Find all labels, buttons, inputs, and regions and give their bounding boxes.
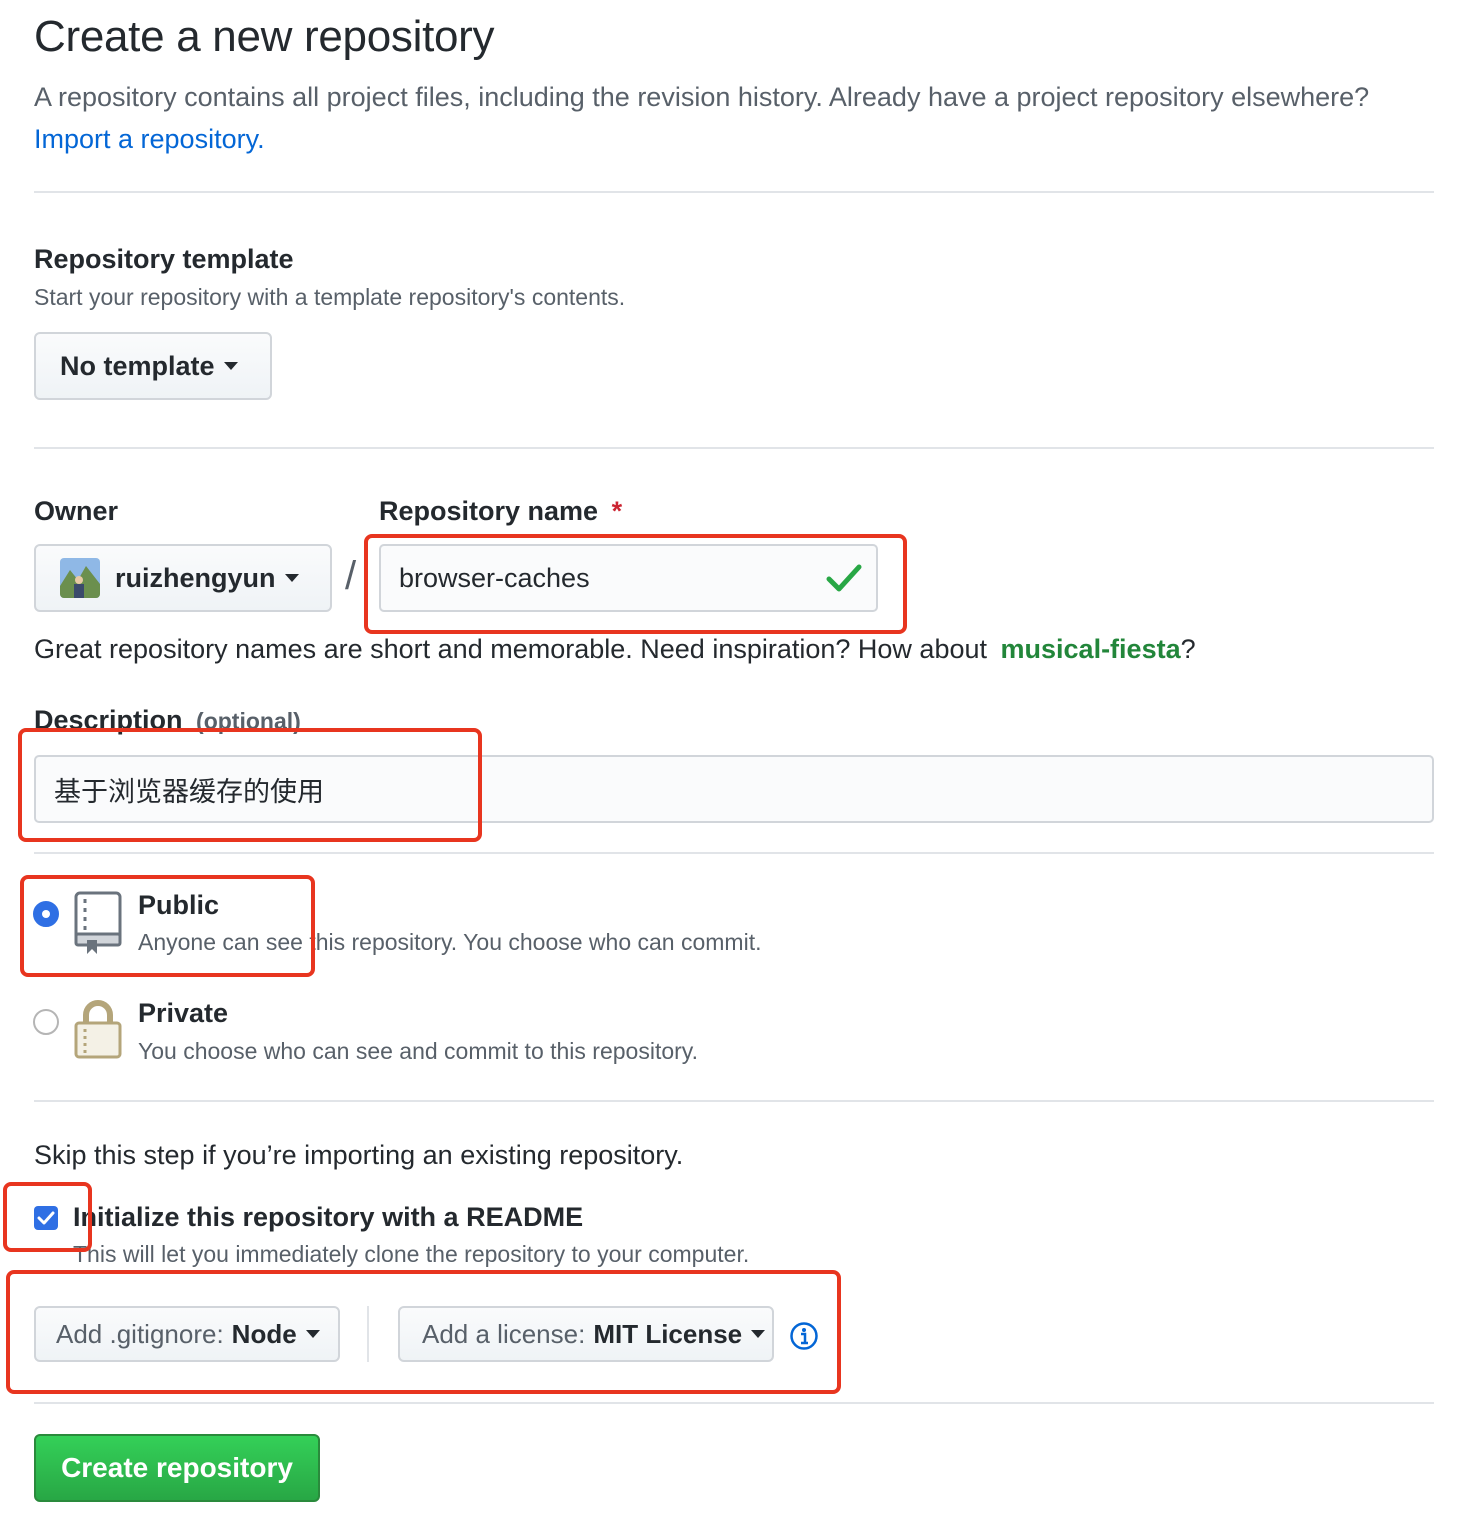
- owner-name: ruizhengyun: [115, 562, 276, 593]
- check-icon: [826, 564, 862, 592]
- create-repository-button[interactable]: Create repository: [34, 1434, 320, 1502]
- owner-repo-separator: /: [345, 554, 357, 598]
- suggestion-suffix: ?: [1180, 634, 1196, 664]
- public-radio[interactable]: [33, 901, 59, 927]
- description-input[interactable]: 基于浏览器缓存的使用: [34, 755, 1434, 823]
- page-title: Create a new repository: [34, 12, 495, 61]
- caret-down-icon: [284, 574, 299, 582]
- template-dropdown-label: No template: [60, 350, 215, 381]
- divider: [34, 447, 1434, 449]
- license-label: Add a license:: [422, 1318, 586, 1349]
- description-label-text: Description: [34, 705, 183, 735]
- import-repository-link[interactable]: Import a repository.: [34, 124, 265, 154]
- public-note: Anyone can see this repository. You choo…: [138, 929, 762, 955]
- checkmark-icon: [37, 1211, 55, 1225]
- license-value: MIT License: [593, 1318, 743, 1349]
- readme-note: This will let you immediately clone the …: [73, 1241, 750, 1267]
- divider: [34, 1100, 1434, 1102]
- template-heading: Repository template: [34, 244, 294, 274]
- caret-down-icon: [751, 1330, 766, 1338]
- suggested-name-link[interactable]: musical-fiesta: [1001, 634, 1181, 664]
- vertical-divider: [367, 1306, 369, 1362]
- name-suggestion: Great repository names are short and mem…: [34, 634, 1196, 665]
- repo-name-label-text: Repository name: [379, 496, 599, 526]
- required-asterisk: *: [611, 496, 623, 526]
- private-title: Private: [138, 998, 229, 1028]
- description-value: 基于浏览器缓存的使用: [54, 776, 324, 807]
- subtitle-text: A repository contains all project files,…: [34, 82, 1370, 112]
- page-subtitle: A repository contains all project files,…: [34, 76, 1414, 160]
- owner-label: Owner: [34, 496, 119, 526]
- gitignore-label: Add .gitignore:: [56, 1318, 224, 1349]
- suggestion-prefix: Great repository names are short and mem…: [34, 634, 987, 664]
- owner-dropdown-button[interactable]: ruizhengyun: [34, 544, 332, 612]
- private-radio[interactable]: [33, 1009, 59, 1035]
- divider: [34, 191, 1434, 193]
- avatar: [60, 558, 100, 598]
- license-dropdown-button[interactable]: Add a license: MIT License: [398, 1306, 774, 1362]
- lock-icon: [74, 1000, 122, 1059]
- info-icon[interactable]: [789, 1321, 819, 1351]
- readme-checkbox[interactable]: [34, 1206, 58, 1230]
- readme-label: Initialize this repository with a README: [73, 1202, 584, 1232]
- description-label: Description (optional): [34, 705, 301, 736]
- gitignore-value: Node: [231, 1318, 297, 1349]
- optional-tag: (optional): [196, 708, 301, 734]
- public-title: Public: [138, 890, 220, 920]
- repo-name-label: Repository name *: [379, 496, 622, 527]
- repo-name-input[interactable]: browser-caches: [379, 544, 878, 612]
- repo-book-icon: [74, 891, 122, 954]
- gitignore-dropdown-button[interactable]: Add .gitignore: Node: [34, 1306, 340, 1362]
- repo-name-value: browser-caches: [399, 562, 590, 593]
- divider: [34, 1402, 1434, 1404]
- caret-down-icon: [305, 1330, 320, 1338]
- template-dropdown-button[interactable]: No template: [34, 332, 272, 400]
- private-note: You choose who can see and commit to thi…: [138, 1038, 698, 1064]
- divider: [34, 852, 1434, 854]
- caret-down-icon: [223, 362, 238, 370]
- template-note: Start your repository with a template re…: [34, 284, 626, 310]
- skip-note: Skip this step if you’re importing an ex…: [34, 1140, 684, 1170]
